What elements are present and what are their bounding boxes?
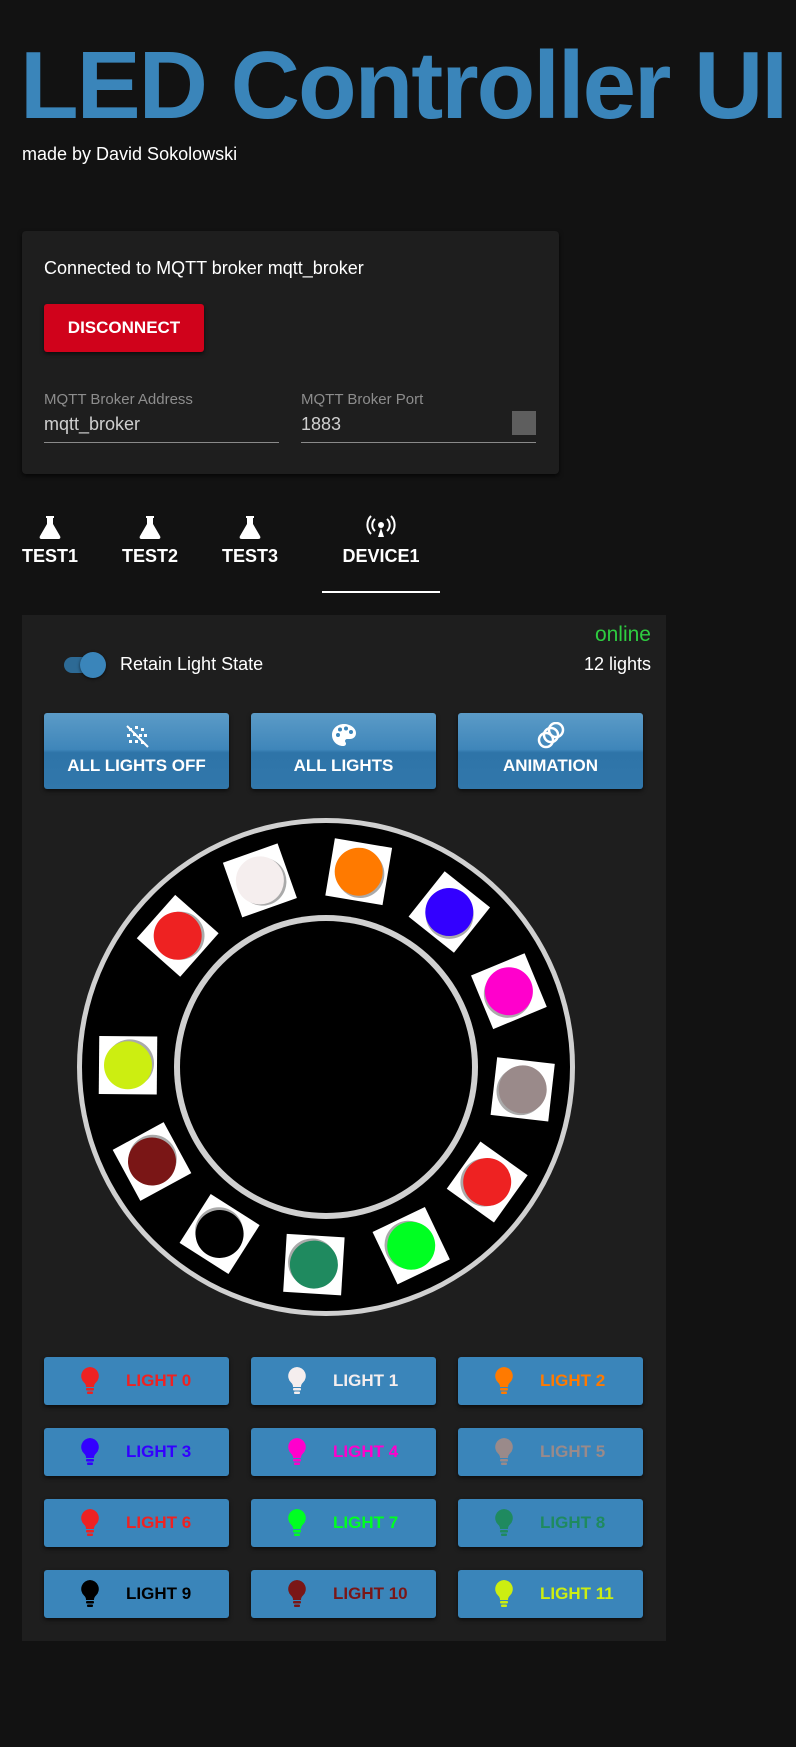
light-button-3[interactable]: LIGHT 3: [44, 1428, 229, 1476]
bulb-icon: [287, 1437, 307, 1467]
retain-state-label: Retain Light State: [120, 654, 264, 674]
disconnect-button[interactable]: DISCONNECT: [44, 304, 204, 352]
light-button-7[interactable]: LIGHT 7: [251, 1499, 436, 1547]
tab-test1[interactable]: TEST1: [22, 510, 78, 594]
tab-label: TEST2: [122, 546, 179, 566]
flask-icon: [122, 510, 178, 542]
light-button-11[interactable]: LIGHT 11: [458, 1570, 643, 1618]
light-label: LIGHT 9: [126, 1584, 192, 1603]
connection-status: Connected to MQTT broker mqtt_broker: [44, 258, 364, 278]
bulb-icon: [80, 1579, 100, 1609]
light-label: LIGHT 7: [333, 1513, 399, 1532]
light-button-6[interactable]: LIGHT 6: [44, 1499, 229, 1547]
device-panel: online 12 lights Retain Light State ALL …: [22, 615, 666, 1641]
light-label: LIGHT 8: [540, 1513, 606, 1532]
led-ring-graphic: [77, 818, 575, 1316]
mode-label: ALL LIGHTS OFF: [67, 756, 206, 775]
page-title: LED Controller UI: [20, 32, 788, 139]
ring-led-2[interactable]: [325, 838, 393, 906]
animation-rings-icon: [458, 721, 643, 750]
bulb-icon: [494, 1366, 514, 1396]
broker-port-label: MQTT Broker Port: [301, 391, 424, 408]
bulb-icon: [287, 1579, 307, 1609]
tab-test2[interactable]: TEST2: [122, 510, 178, 594]
light-label: LIGHT 11: [540, 1584, 614, 1603]
broker-address-input[interactable]: mqtt_broker: [44, 414, 279, 435]
page-subtitle: made by David Sokolowski: [22, 144, 238, 164]
broadcast-icon: [322, 510, 440, 542]
bulb-icon: [80, 1437, 100, 1467]
broker-address-field[interactable]: MQTT Broker Address mqtt_broker: [44, 391, 279, 443]
all-lights-button[interactable]: ALL LIGHTS: [251, 713, 436, 789]
broker-address-label: MQTT Broker Address: [44, 391, 193, 408]
light-label: LIGHT 10: [333, 1584, 408, 1603]
tab-label: DEVICE1: [342, 546, 420, 566]
port-stepper[interactable]: [512, 411, 536, 435]
light-label: LIGHT 0: [126, 1371, 192, 1390]
bulb-icon: [287, 1366, 307, 1396]
ring-led-8[interactable]: [283, 1233, 345, 1296]
light-label: LIGHT 2: [540, 1371, 606, 1390]
bulb-icon: [287, 1508, 307, 1538]
broker-port-input[interactable]: 1883: [301, 414, 536, 435]
light-button-5[interactable]: LIGHT 5: [458, 1428, 643, 1476]
flask-icon: [22, 510, 78, 542]
light-button-2[interactable]: LIGHT 2: [458, 1357, 643, 1405]
light-count: 12 lights: [583, 654, 651, 674]
tab-label: TEST1: [22, 546, 79, 566]
tab-test3[interactable]: TEST3: [222, 510, 278, 594]
bulb-icon: [494, 1508, 514, 1538]
bulb-icon: [494, 1579, 514, 1609]
flask-icon: [222, 510, 278, 542]
device-status: online: [594, 623, 651, 646]
all-lights-off-button[interactable]: ALL LIGHTS OFF: [44, 713, 229, 789]
lights-off-icon: [44, 722, 229, 750]
toggle-thumb: [80, 652, 106, 678]
ring-led-5[interactable]: [490, 1057, 555, 1122]
light-button-0[interactable]: LIGHT 0: [44, 1357, 229, 1405]
animation-button[interactable]: ANIMATION: [458, 713, 643, 789]
tab-label: TEST3: [222, 546, 279, 566]
active-tab-indicator: [322, 591, 440, 593]
broker-port-field[interactable]: MQTT Broker Port 1883: [301, 391, 536, 443]
light-label: LIGHT 6: [126, 1513, 192, 1532]
light-button-8[interactable]: LIGHT 8: [458, 1499, 643, 1547]
mode-label: ALL LIGHTS: [293, 756, 394, 775]
tab-device1[interactable]: DEVICE1: [322, 510, 440, 594]
bulb-icon: [80, 1508, 100, 1538]
led-ring: [76, 817, 576, 1317]
bulb-icon: [80, 1366, 100, 1396]
light-button-10[interactable]: LIGHT 10: [251, 1570, 436, 1618]
mode-label: ANIMATION: [502, 756, 599, 775]
retain-state-toggle[interactable]: [60, 652, 106, 678]
light-button-9[interactable]: LIGHT 9: [44, 1570, 229, 1618]
connection-card: Connected to MQTT broker mqtt_broker DIS…: [22, 231, 559, 474]
light-label: LIGHT 3: [126, 1442, 192, 1461]
light-button-4[interactable]: LIGHT 4: [251, 1428, 436, 1476]
light-label: LIGHT 1: [333, 1371, 399, 1390]
light-label: LIGHT 5: [540, 1442, 606, 1461]
ring-led-11[interactable]: [98, 1036, 158, 1095]
light-label: LIGHT 4: [333, 1442, 399, 1461]
palette-icon: [251, 722, 436, 750]
light-button-1[interactable]: LIGHT 1: [251, 1357, 436, 1405]
bulb-icon: [494, 1437, 514, 1467]
